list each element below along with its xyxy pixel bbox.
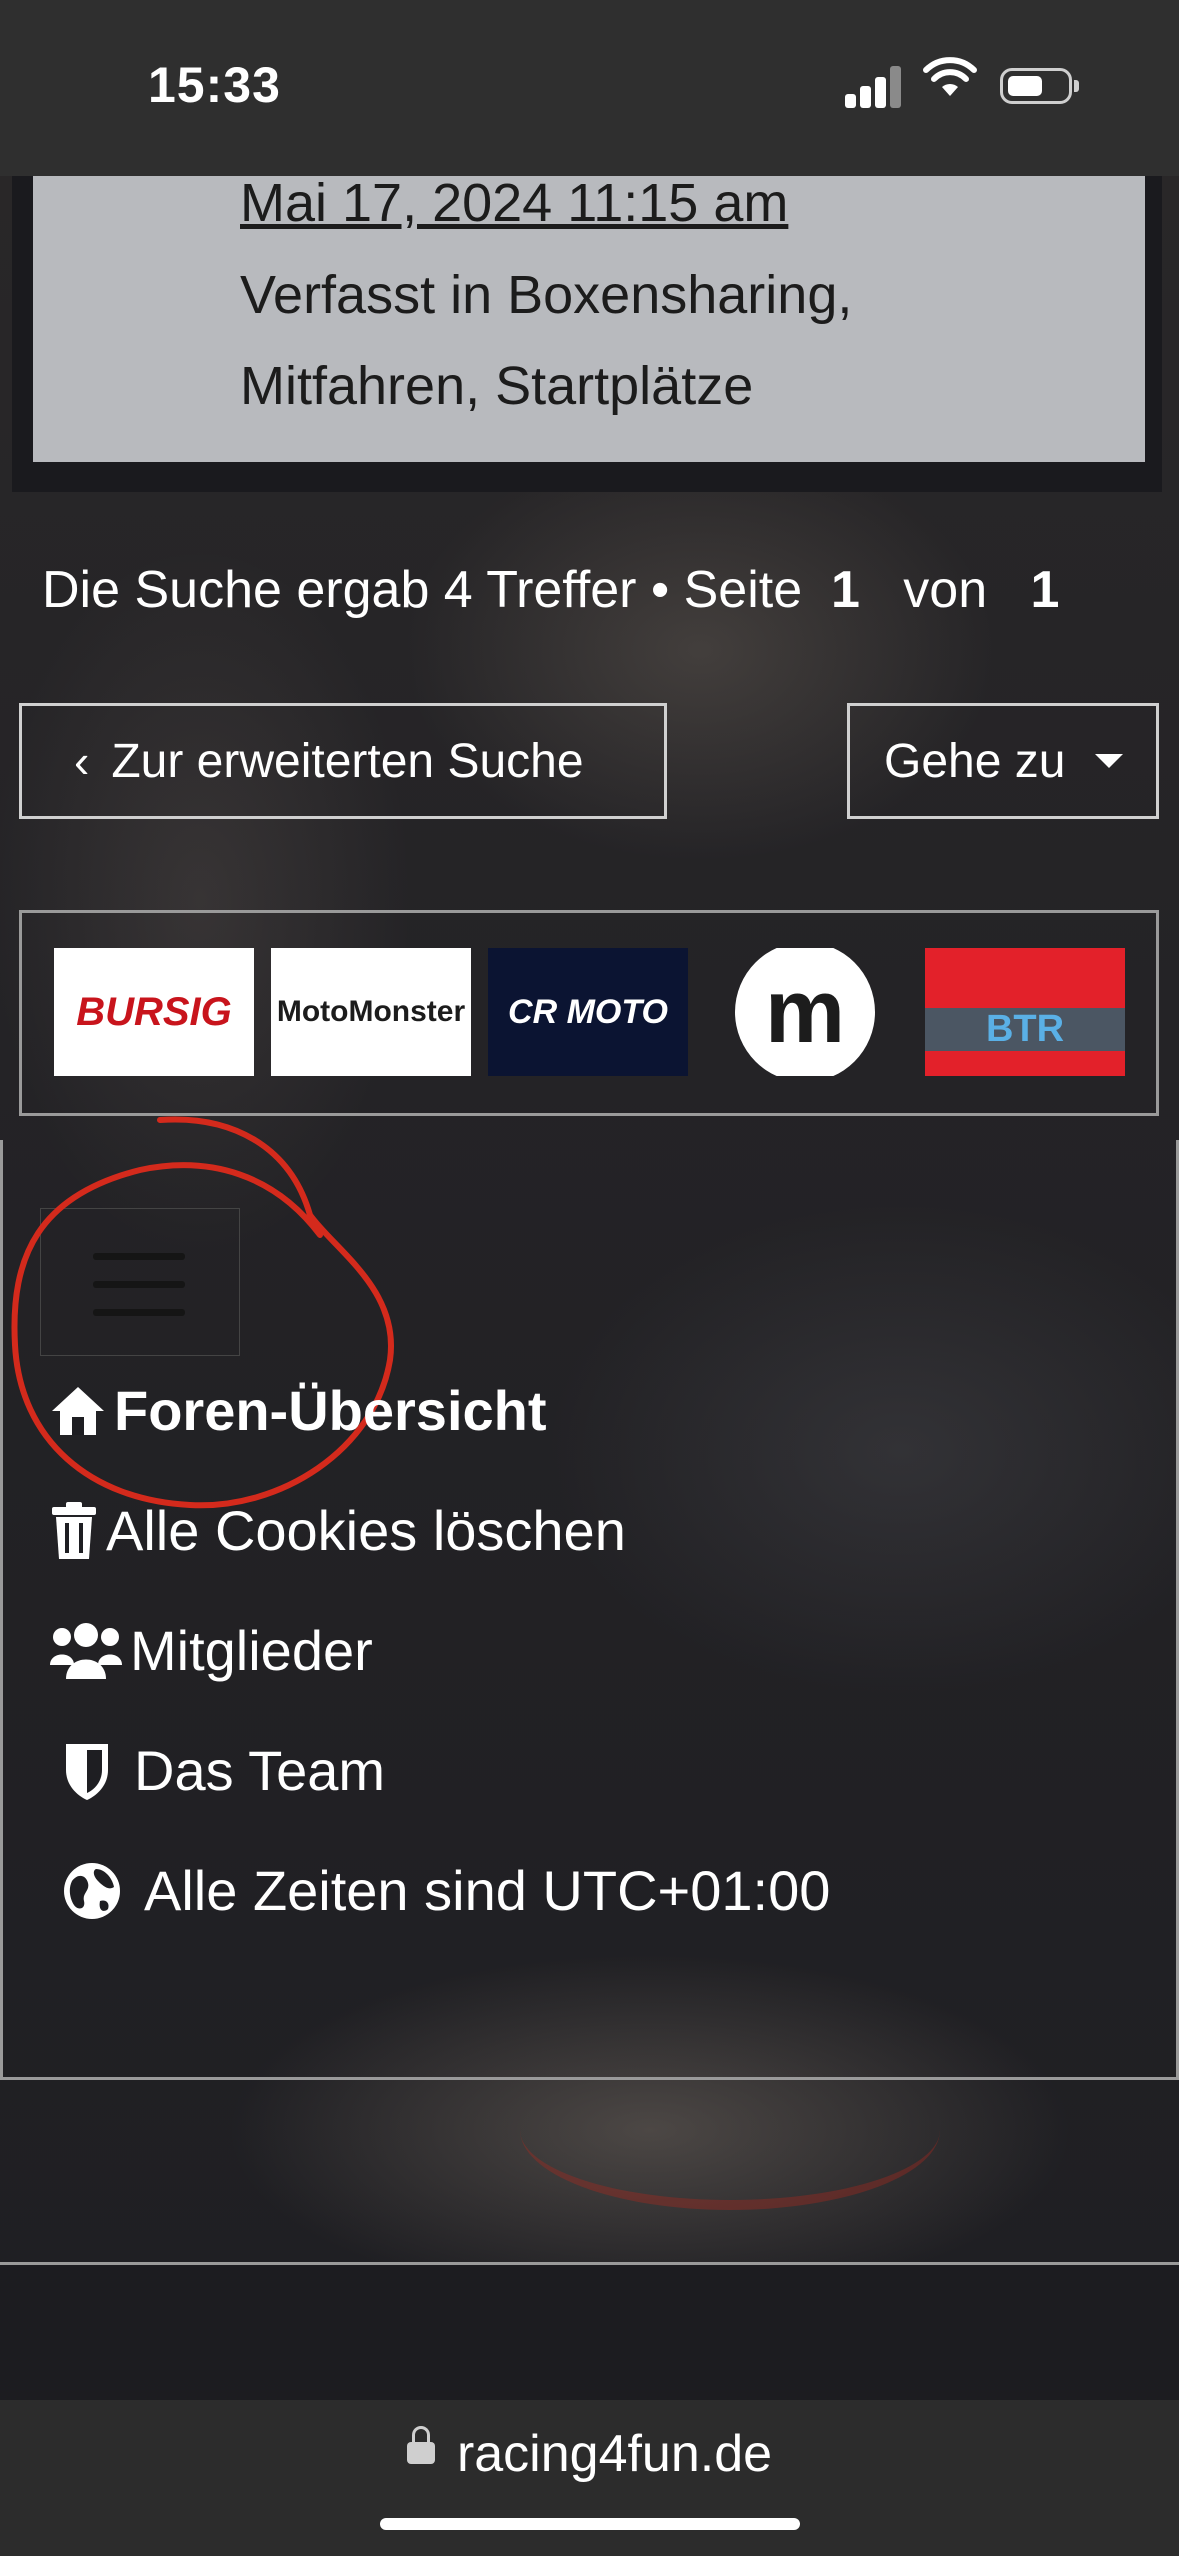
red-circle-annotation bbox=[11, 1116, 395, 1509]
post-categories-cont: Mitfahren, Startplätze bbox=[240, 356, 754, 416]
battery-icon bbox=[1000, 68, 1079, 104]
nav-members-label: Mitglieder bbox=[130, 1619, 373, 1682]
wifi-icon bbox=[923, 57, 977, 96]
nav-board-index[interactable]: Foren-Übersicht bbox=[48, 1378, 547, 1443]
sponsor-logo-btr[interactable]: BTR bbox=[925, 948, 1125, 1076]
sponsor-m-mark: m bbox=[735, 948, 875, 1076]
home-icon bbox=[48, 1383, 108, 1439]
browser-url[interactable]: racing4fun.de bbox=[0, 2424, 1179, 2484]
results-text: Die Suche ergab 4 Treffer • Seite bbox=[42, 561, 803, 619]
globe-icon bbox=[62, 1861, 122, 1921]
caret-down-icon bbox=[1095, 754, 1124, 768]
nav-members[interactable]: Mitglieder bbox=[48, 1618, 373, 1683]
nav-team-label: Das Team bbox=[134, 1739, 386, 1802]
nav-team[interactable]: Das Team bbox=[48, 1738, 385, 1803]
goto-label: Gehe zu bbox=[884, 734, 1066, 788]
sponsor-btr-text: BTR bbox=[925, 1007, 1125, 1051]
nav-timezone-label: Alle Zeiten sind UTC+01:00 bbox=[144, 1859, 831, 1922]
sponsor-logo-crmoto[interactable]: CR MOTO bbox=[488, 948, 688, 1076]
sponsor-logo-bursig[interactable]: BURSIG bbox=[54, 948, 254, 1076]
current-page: 1 bbox=[831, 561, 860, 619]
footer-bar bbox=[0, 2265, 1179, 2400]
trash-icon bbox=[48, 1501, 100, 1561]
users-icon bbox=[48, 1621, 124, 1681]
nav-delete-cookies-label: Alle Cookies löschen bbox=[106, 1499, 626, 1562]
shield-icon bbox=[62, 1740, 112, 1802]
advanced-search-button[interactable]: ‹ Zur erweiterten Suche bbox=[19, 703, 667, 819]
goto-dropdown-button[interactable]: Gehe zu bbox=[847, 703, 1159, 819]
page-of: von bbox=[903, 561, 988, 619]
search-results-summary: Die Suche ergab 4 Treffer • Seite 1 von … bbox=[42, 560, 1059, 620]
url-text: racing4fun.de bbox=[456, 2425, 773, 2483]
sponsor-logo-motomonster[interactable]: MotoMonster bbox=[271, 948, 471, 1076]
status-bar: 15:33 bbox=[0, 0, 1179, 176]
advanced-search-label: Zur erweiterten Suche bbox=[111, 734, 584, 788]
home-indicator[interactable] bbox=[380, 2518, 800, 2530]
nav-timezone: Alle Zeiten sind UTC+01:00 bbox=[48, 1858, 830, 1923]
chevron-left-icon: ‹ bbox=[74, 735, 90, 787]
nav-board-index-label: Foren-Übersicht bbox=[114, 1379, 547, 1442]
cellular-signal-icon bbox=[845, 64, 901, 108]
lock-icon bbox=[406, 2426, 435, 2465]
nav-delete-cookies[interactable]: Alle Cookies löschen bbox=[48, 1498, 626, 1563]
post-categories: Verfasst in Boxensharing, bbox=[240, 265, 853, 325]
sponsor-logo-m[interactable]: m bbox=[705, 948, 905, 1076]
status-time: 15:33 bbox=[148, 57, 281, 113]
total-pages: 1 bbox=[1030, 561, 1060, 619]
post-date-link[interactable]: Mai 17, 2024 11:15 am bbox=[240, 172, 788, 234]
